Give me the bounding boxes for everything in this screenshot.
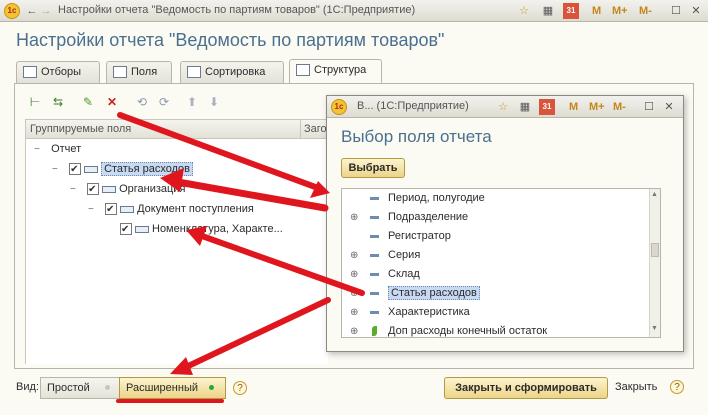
annotation-arrows	[117, 112, 365, 375]
arrow-from-list-item-to-grid	[186, 226, 365, 296]
arrow-from-dialog-to-grid	[160, 168, 329, 212]
arrow-to-extended-view	[170, 297, 331, 375]
arrow-to-structure-tab	[117, 112, 330, 198]
